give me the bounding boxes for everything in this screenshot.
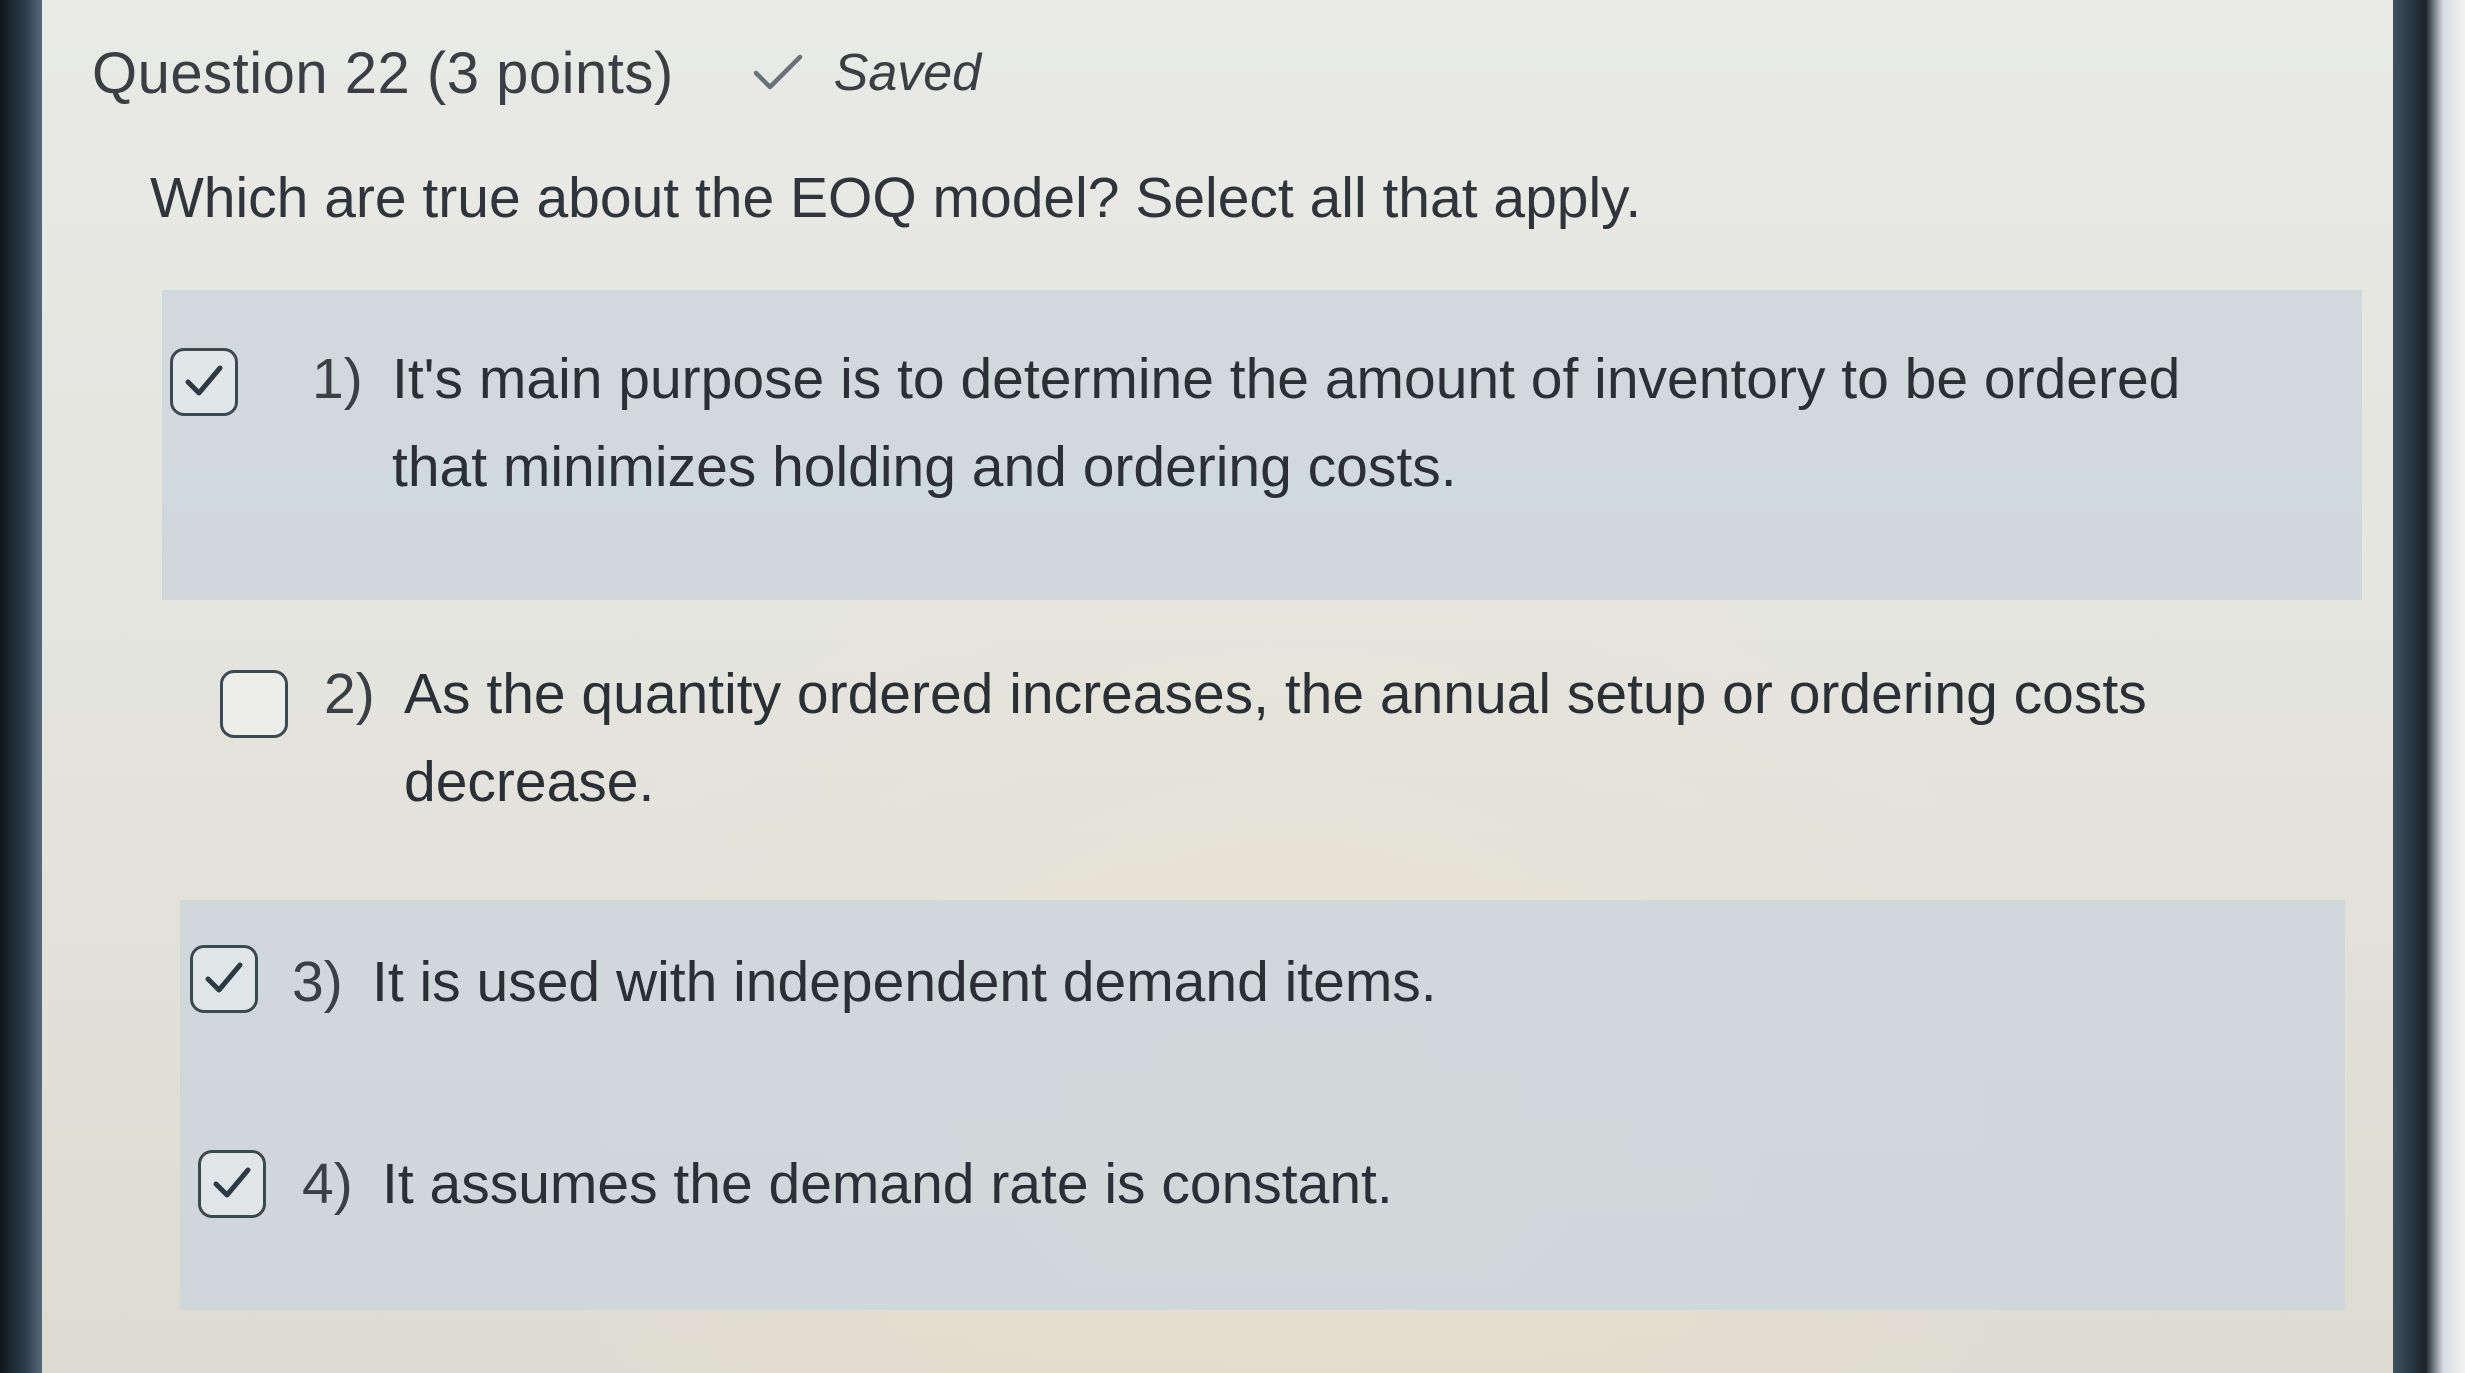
answer-option-4[interactable]: 4) It assumes the demand rate is constant… <box>180 1110 2345 1310</box>
option-2-text: 2) As the quantity ordered increases, the… <box>324 650 2147 826</box>
answer-option-3[interactable]: 3) It is used with independent demand ite… <box>180 900 2345 1110</box>
quiz-screen: Question 22 (3 points) Saved Which are t… <box>42 0 2393 1373</box>
option-text-line-1: As the quantity ordered increases, the a… <box>404 662 2147 726</box>
checkmark-icon <box>185 365 223 396</box>
option-text-line-1: It assumes the demand rate is constant. <box>382 1152 1393 1216</box>
option-1-text: 1) It's main purpose is to determine the … <box>312 335 2180 511</box>
checkbox-option-1[interactable] <box>170 348 238 416</box>
check-icon <box>752 53 804 93</box>
checkbox-option-2[interactable] <box>220 670 288 738</box>
option-text-line-1: It is used with independent demand items… <box>372 950 1437 1014</box>
option-number: 3) <box>292 950 343 1014</box>
option-3-text: 3) It is used with independent demand ite… <box>292 938 1437 1026</box>
option-text-line-1: It's main purpose is to determine the am… <box>392 347 2181 411</box>
checkbox-option-3[interactable] <box>190 945 258 1013</box>
answer-option-2[interactable]: 2) As the quantity ordered increases, the… <box>162 600 2362 900</box>
saved-status: Saved <box>752 43 981 103</box>
option-number: 2) <box>324 662 375 726</box>
answer-options: 1) It's main purpose is to determine the … <box>162 290 2393 1310</box>
checkmark-icon <box>213 1167 251 1198</box>
monitor-bezel-right <box>2393 0 2465 1373</box>
option-4-text: 4) It assumes the demand rate is constant… <box>302 1140 1393 1228</box>
question-title: Question 22 (3 points) <box>92 40 674 106</box>
monitor-bezel-left <box>0 0 42 1373</box>
question-prompt: Which are true about the EOQ model? Sele… <box>150 166 1642 230</box>
answer-option-1[interactable]: 1) It's main purpose is to determine the … <box>162 290 2362 600</box>
option-number: 1) <box>312 347 363 411</box>
question-header: Question 22 (3 points) Saved <box>92 38 981 108</box>
option-text-line-2: decrease. <box>404 750 655 814</box>
checkmark-icon <box>205 962 243 993</box>
option-number: 4) <box>302 1152 353 1216</box>
option-text-line-2: that minimizes holding and ordering cost… <box>392 435 1457 499</box>
saved-label: Saved <box>833 44 982 102</box>
checkbox-option-4[interactable] <box>198 1150 266 1218</box>
